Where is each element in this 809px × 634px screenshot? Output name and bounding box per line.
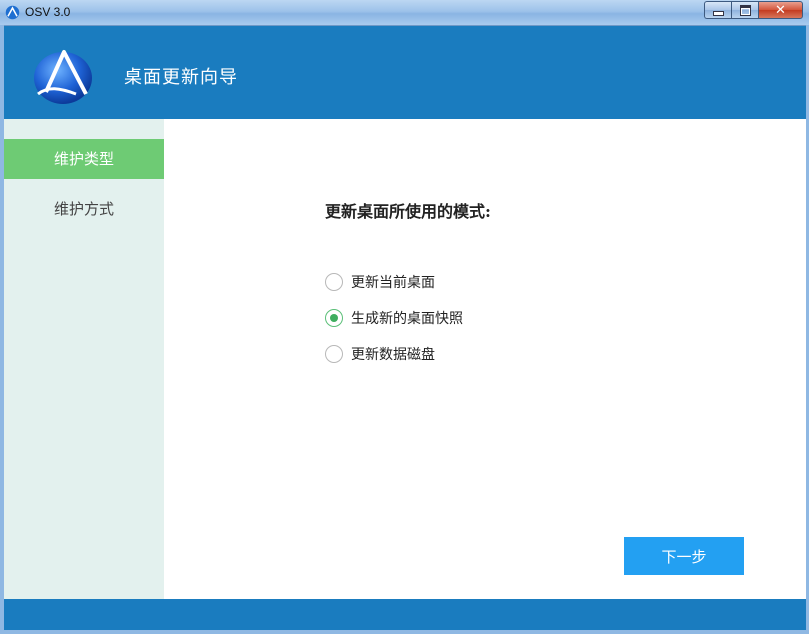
window-titlebar[interactable]: OSV 3.0 ✕: [0, 0, 809, 26]
wizard-title: 桌面更新向导: [124, 67, 238, 88]
question-heading: 更新桌面所使用的模式:: [325, 202, 491, 221]
option-label: 更新当前桌面: [351, 275, 435, 291]
next-button[interactable]: 下一步: [624, 537, 744, 575]
option-label: 更新数据磁盘: [351, 347, 435, 363]
option-label: 生成新的桌面快照: [351, 311, 463, 327]
wizard-client-area: 桌面更新向导 维护类型 维护方式 更新桌面所使用的模式: 更新当前桌面 生成新的…: [4, 26, 806, 630]
option-update-current-desktop[interactable]: 更新当前桌面: [325, 271, 435, 293]
window-title: OSV 3.0: [25, 5, 71, 19]
radio-button-selected[interactable]: [325, 309, 343, 327]
wizard-header: 桌面更新向导: [4, 26, 806, 119]
radio-button[interactable]: [325, 345, 343, 363]
sidebar-item-maintenance-method[interactable]: 维护方式: [4, 189, 164, 229]
window-frame-bottom: [0, 630, 809, 634]
wizard-content: 更新桌面所使用的模式: 更新当前桌面 生成新的桌面快照 更新数据磁盘 下一步: [164, 119, 806, 599]
option-create-new-snapshot[interactable]: 生成新的桌面快照: [325, 307, 463, 329]
maximize-icon: [739, 4, 751, 16]
minimize-button[interactable]: [704, 1, 731, 19]
osv-logo-icon: [5, 5, 20, 20]
close-icon: ✕: [775, 2, 786, 18]
wizard-sidebar: 维护类型 维护方式: [4, 119, 164, 599]
close-button[interactable]: ✕: [758, 1, 803, 19]
radio-button[interactable]: [325, 273, 343, 291]
osv-logo-icon: [34, 50, 92, 104]
sidebar-item-maintenance-type[interactable]: 维护类型: [4, 139, 164, 179]
option-update-data-disk[interactable]: 更新数据磁盘: [325, 343, 435, 365]
minimize-icon: [712, 10, 724, 16]
maximize-button[interactable]: [731, 1, 758, 19]
window-controls: ✕: [704, 1, 803, 19]
wizard-footer: [4, 599, 806, 630]
